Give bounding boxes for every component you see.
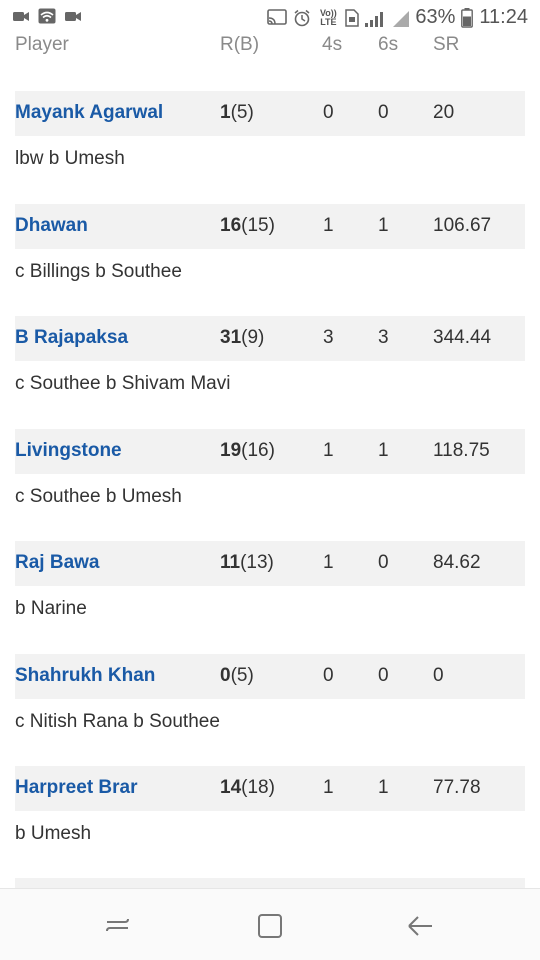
player-name-link[interactable]: Harpreet Brar	[15, 777, 138, 799]
header-runs-balls: R(B)	[220, 34, 260, 55]
battery-icon	[461, 7, 474, 28]
wifi-icon	[38, 8, 56, 24]
runs: 19	[220, 439, 242, 461]
runs: 31	[220, 327, 242, 348]
balls: (18)	[241, 777, 275, 798]
dismissal-text: c Southee b Umesh	[15, 485, 182, 507]
table-row: Raj Bawa 11(13) 1 0 84.62	[15, 541, 525, 586]
player-name-link[interactable]: B Rajapaksa	[15, 327, 128, 349]
runs: 11	[220, 552, 241, 573]
batsman-entry: Harpreet Brar 14(18) 1 1 77.78 b Umesh	[0, 766, 540, 879]
sixes: 1	[378, 777, 389, 798]
strike-rate: 77.78	[433, 777, 481, 798]
player-name-link[interactable]: Raj Bawa	[15, 552, 99, 574]
dismissal-text: c Billings b Southee	[15, 260, 182, 282]
sixes: 1	[378, 214, 389, 236]
balls: (15)	[241, 214, 275, 236]
dismissal-text: lbw b Umesh	[15, 148, 125, 169]
runs: 1	[220, 102, 231, 123]
dismissal-text: b Narine	[15, 598, 87, 619]
batsman-entry: Mayank Agarwal 1(5) 0 0 20 lbw b Umesh	[0, 91, 540, 204]
fours: 0	[323, 664, 334, 686]
fours: 0	[323, 102, 334, 123]
balls: (5)	[230, 102, 254, 123]
camera-icon	[65, 12, 81, 21]
strike-rate: 344.44	[433, 327, 492, 348]
clock: 11:24	[479, 6, 528, 28]
header-player: Player	[15, 34, 69, 55]
batsman-entry: Shahrukh Khan 0(5) 0 0 0 c Nitish Rana b…	[0, 653, 540, 767]
status-bar: Vo)) LTE 63% 11:24	[0, 0, 540, 36]
sixes: 0	[378, 552, 389, 573]
batsman-entry: B Rajapaksa 31(9) 3 3 344.44 c Southee b…	[0, 316, 540, 429]
sixes: 0	[378, 664, 389, 686]
alarm-icon	[294, 9, 310, 26]
runs-balls: 11(13)	[220, 552, 274, 574]
batsman-entry: Livingstone 19(16) 1 1 118.75 c Southee …	[0, 428, 540, 542]
strike-rate: 20	[433, 102, 455, 123]
fours: 1	[323, 777, 334, 798]
strike-rate: 0	[433, 664, 444, 686]
volte-icon: Vo)) LTE	[319, 7, 337, 27]
dismissal-text: c Nitish Rana b Southee	[15, 710, 220, 732]
table-row: B Rajapaksa 31(9) 3 3 344.44	[15, 316, 525, 361]
table-row: Livingstone 19(16) 1 1 118.75	[15, 428, 525, 474]
table-row: Harpreet Brar 14(18) 1 1 77.78	[15, 766, 525, 811]
balls: (5)	[230, 664, 254, 686]
strike-rate: 118.75	[433, 439, 490, 461]
system-navigation-bar	[0, 888, 540, 960]
battery-percent: 63%	[415, 6, 456, 28]
cast-icon	[267, 8, 288, 25]
home-icon[interactable]	[255, 911, 285, 941]
runs-balls: 1(5)	[220, 102, 254, 124]
fours: 3	[323, 327, 334, 348]
sixes: 0	[378, 102, 389, 123]
sixes: 1	[378, 439, 389, 461]
header-sixes: 6s	[378, 34, 399, 55]
fours: 1	[323, 552, 334, 573]
back-icon[interactable]	[405, 911, 435, 941]
status-icons-right: Vo)) LTE 63% 11:24	[267, 6, 528, 29]
scorecard-list: Mayank Agarwal 1(5) 0 0 20 lbw b Umesh D…	[0, 91, 540, 890]
header-fours: 4s	[322, 34, 343, 55]
runs-balls: 0(5)	[220, 665, 254, 687]
runs-balls: 14(18)	[220, 777, 275, 799]
player-name-link[interactable]: Livingstone	[15, 440, 122, 462]
runs: 16	[220, 214, 242, 236]
sim-icon	[345, 8, 360, 27]
status-icons-left	[12, 8, 82, 24]
fours: 1	[323, 214, 334, 236]
table-row: Shahrukh Khan 0(5) 0 0 0	[15, 653, 525, 699]
signal-icon	[365, 10, 410, 27]
dismissal-text: b Umesh	[15, 823, 92, 844]
runs: 0	[220, 664, 231, 686]
runs-balls: 31(9)	[220, 327, 264, 349]
batsman-entry: Dhawan 16(15) 1 1 106.67 c Billings b So…	[0, 203, 540, 317]
batsman-entry: Raj Bawa 11(13) 1 0 84.62 b Narine	[0, 541, 540, 654]
recent-apps-icon[interactable]	[103, 911, 133, 941]
sixes: 3	[378, 327, 389, 348]
runs-balls: 19(16)	[220, 440, 275, 462]
header-strike-rate: SR	[433, 34, 460, 55]
balls: (16)	[241, 439, 275, 461]
table-row: Mayank Agarwal 1(5) 0 0 20	[15, 91, 525, 136]
strike-rate: 84.62	[433, 552, 481, 573]
runs: 14	[220, 777, 242, 798]
video-icon	[13, 12, 29, 21]
balls: (9)	[241, 327, 265, 348]
table-header: Player R(B) 4s 6s SR	[0, 34, 540, 64]
player-name-link[interactable]: Dhawan	[15, 215, 88, 237]
dismissal-text: c Southee b Shivam Mavi	[15, 373, 231, 394]
strike-rate: 106.67	[433, 214, 492, 236]
table-row: Dhawan 16(15) 1 1 106.67	[15, 203, 525, 249]
player-name-link[interactable]: Mayank Agarwal	[15, 102, 163, 124]
balls: (13)	[240, 552, 274, 573]
runs-balls: 16(15)	[220, 215, 275, 237]
fours: 1	[323, 439, 334, 461]
player-name-link[interactable]: Shahrukh Khan	[15, 665, 155, 687]
